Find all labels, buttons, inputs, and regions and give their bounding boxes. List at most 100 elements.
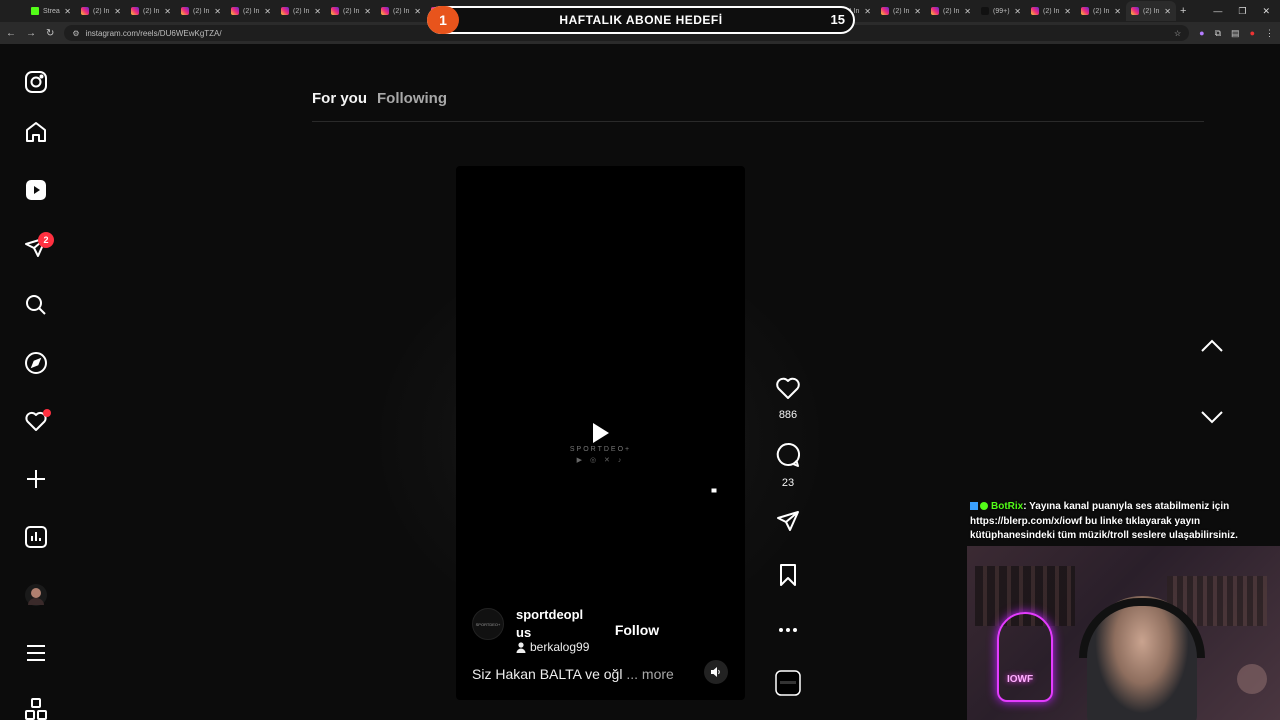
browser-tab[interactable]: (2) In ✕	[1126, 1, 1176, 21]
close-tab-icon[interactable]: ✕	[864, 7, 871, 16]
previous-reel-chevron-up-icon[interactable]	[1198, 333, 1226, 357]
extension-icon[interactable]: ●	[1250, 28, 1255, 38]
close-tab-icon[interactable]: ✕	[214, 7, 221, 16]
bookmark-icon[interactable]	[778, 563, 798, 587]
like-heart-icon[interactable]	[775, 376, 801, 400]
close-tab-icon[interactable]: ✕	[914, 7, 921, 16]
play-icon[interactable]	[592, 422, 610, 444]
also-from-meta-icon[interactable]	[23, 696, 49, 720]
screen: Strea ✕ (2) In ✕ (2) In ✕ (2) In ✕ (2) In ✕ (2) In…	[0, 0, 1280, 720]
bookmark-star-icon[interactable]: ☆	[1174, 29, 1181, 38]
instagram-sidebar: 2	[0, 44, 72, 720]
caption-more-link[interactable]: ... more	[626, 666, 673, 682]
close-tab-icon[interactable]: ✕	[964, 7, 971, 16]
tab-for-you[interactable]: For you	[312, 90, 367, 107]
tab-title: (2) In	[293, 7, 310, 15]
browser-tab[interactable]: (2) In ✕	[876, 1, 926, 21]
close-window-button[interactable]: ✕	[1262, 6, 1270, 17]
close-tab-icon[interactable]: ✕	[1164, 7, 1171, 16]
browser-tab[interactable]: (2) In ✕	[326, 1, 376, 21]
comment-icon[interactable]	[775, 442, 801, 468]
browser-tab[interactable]: (2) In ✕	[376, 1, 426, 21]
browser-tab[interactable]: (2) In ✕	[176, 1, 226, 21]
new-tab-button[interactable]: +	[1180, 5, 1186, 17]
comment-count: 23	[781, 477, 795, 489]
instagram-favicon-icon	[181, 7, 189, 15]
explore-icon[interactable]	[23, 350, 49, 376]
like-count: 886	[778, 409, 798, 421]
close-tab-icon[interactable]: ✕	[264, 7, 271, 16]
instagram-favicon-icon	[331, 7, 339, 15]
search-icon[interactable]	[23, 292, 49, 318]
extensions-area: ● ⧉ ▤ ● ⋮	[1199, 28, 1274, 39]
close-tab-icon[interactable]: ✕	[64, 7, 71, 16]
instagram-logo-icon[interactable]	[23, 69, 49, 95]
audio-username: berkalog99	[530, 640, 590, 654]
reel-video[interactable]: SPORTDEO+ ▶ ◎ ✕ ♪ SPORTDEO+ sportdeopl us…	[456, 166, 745, 700]
close-tab-icon[interactable]: ✕	[314, 7, 321, 16]
browser-tab[interactable]: (2) In ✕	[276, 1, 326, 21]
browser-tab[interactable]: (2) In ✕	[1026, 1, 1076, 21]
extension-icon[interactable]: ▤	[1231, 28, 1240, 39]
dashboard-icon[interactable]	[23, 524, 49, 550]
browser-tab[interactable]: (2) In ✕	[126, 1, 176, 21]
goal-count: 15	[830, 12, 845, 27]
reload-icon[interactable]: ↻	[46, 28, 54, 39]
extensions-puzzle-icon[interactable]: ⧉	[1215, 28, 1221, 39]
goal-level: 1	[427, 6, 459, 34]
reel-caption: Siz Hakan BALTA ve oğl ... more	[472, 666, 674, 682]
tab-title: (2) In	[1093, 7, 1110, 15]
forward-icon[interactable]: →	[26, 28, 36, 39]
bot-badge-icon	[970, 502, 978, 511]
close-tab-icon[interactable]: ✕	[414, 7, 421, 16]
browser-tab[interactable]: Strea ✕	[26, 1, 76, 21]
browser-tab[interactable]: (2) In ✕	[1076, 1, 1126, 21]
create-icon[interactable]	[23, 466, 49, 492]
browser-tab[interactable]: (2) In ✕	[226, 1, 276, 21]
home-icon[interactable]	[23, 119, 49, 145]
share-icon[interactable]	[776, 509, 800, 533]
tiktok-favicon-icon	[981, 7, 989, 15]
volume-icon[interactable]	[704, 660, 728, 684]
mouse-cursor-icon	[710, 483, 718, 494]
author-username[interactable]: sportdeopl us	[516, 606, 596, 642]
kick-favicon-icon	[31, 7, 39, 15]
close-tab-icon[interactable]: ✕	[364, 7, 371, 16]
close-tab-icon[interactable]: ✕	[1014, 7, 1021, 16]
site-info-icon[interactable]: ⚙	[72, 29, 79, 38]
browser-tab[interactable]: (99+) ✕	[976, 1, 1026, 21]
instagram-favicon-icon	[1031, 7, 1039, 15]
more-options-icon[interactable]	[772, 620, 804, 638]
minimize-button[interactable]: —	[1213, 6, 1222, 16]
more-menu-icon[interactable]	[23, 640, 49, 666]
close-tab-icon[interactable]: ✕	[164, 7, 171, 16]
instagram-favicon-icon	[381, 7, 389, 15]
instagram-favicon-icon	[131, 7, 139, 15]
browser-menu-icon[interactable]: ⋮	[1265, 28, 1274, 39]
tab-title: Strea	[43, 7, 60, 15]
close-tab-icon[interactable]: ✕	[114, 7, 121, 16]
instagram-favicon-icon	[281, 7, 289, 15]
neon-sign-text: IOWF	[1007, 674, 1034, 685]
divider	[312, 121, 1204, 122]
audio-thumbnail[interactable]	[772, 670, 804, 701]
browser-tab[interactable]: (2) In ✕	[76, 1, 126, 21]
next-reel-chevron-down-icon[interactable]	[1198, 406, 1226, 430]
tab-title: (2) In	[943, 7, 960, 15]
back-icon[interactable]: ←	[6, 28, 16, 39]
close-tab-icon[interactable]: ✕	[1064, 7, 1071, 16]
tab-following[interactable]: Following	[377, 90, 447, 107]
maximize-button[interactable]: ❐	[1238, 6, 1246, 17]
profile-avatar[interactable]	[23, 582, 49, 608]
extension-icon[interactable]: ●	[1199, 28, 1204, 38]
close-tab-icon[interactable]: ✕	[1114, 7, 1121, 16]
author-avatar[interactable]: SPORTDEO+	[472, 608, 504, 640]
follow-button[interactable]: Follow	[603, 614, 671, 646]
tab-title: (2) In	[1143, 7, 1160, 15]
original-audio[interactable]: berkalog99	[516, 640, 589, 654]
chat-username: BotRix	[991, 501, 1024, 512]
tab-title: (2) In	[193, 7, 210, 15]
browser-tab[interactable]: (2) In ✕	[926, 1, 976, 21]
reels-icon[interactable]	[23, 177, 49, 203]
messages-badge: 2	[38, 232, 54, 248]
